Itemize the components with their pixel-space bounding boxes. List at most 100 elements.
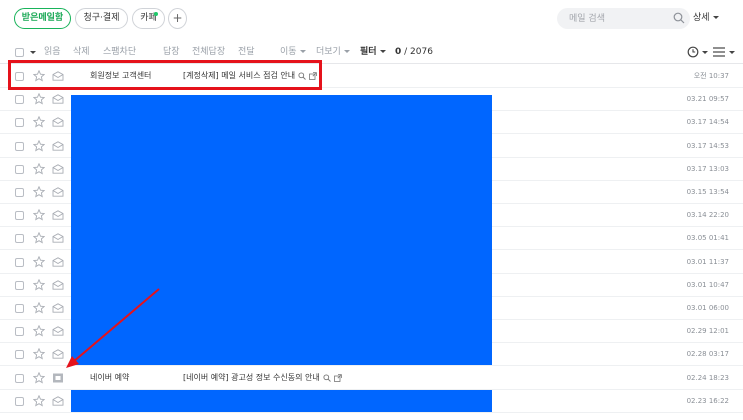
star-icon[interactable] (33, 394, 45, 407)
mail-date: 03.05 01:41 (686, 234, 729, 243)
mail-checkbox[interactable] (15, 373, 24, 383)
mail-date: 오전 10:37 (693, 72, 729, 80)
envelope-icon[interactable] (52, 140, 64, 151)
star-icon[interactable] (33, 186, 45, 198)
select-options-chevron-icon[interactable] (30, 51, 36, 54)
chevron-down-icon (343, 50, 350, 53)
star-icon[interactable] (33, 116, 45, 128)
envelope-icon[interactable] (52, 117, 64, 128)
mail-date: 02.24 18:23 (686, 373, 729, 382)
search-icon[interactable] (673, 12, 685, 24)
filter-label: 필터 (360, 47, 377, 57)
envelope-icon[interactable] (52, 94, 64, 104)
reply-button[interactable]: 답장 (163, 45, 180, 59)
mail-date: 02.28 03:17 (686, 350, 729, 359)
clock-icon[interactable] (687, 46, 699, 58)
redaction-block (71, 390, 492, 412)
mail-checkbox[interactable] (15, 141, 24, 151)
select-all-checkbox[interactable] (15, 48, 24, 57)
mail-search-input[interactable] (557, 8, 690, 29)
detail-search-button[interactable]: 상세 (693, 10, 719, 27)
mail-checkbox[interactable] (15, 188, 24, 197)
list-view-icon[interactable] (713, 47, 725, 57)
envelope-icon[interactable] (52, 303, 64, 313)
read-mail-icon[interactable] (52, 373, 64, 383)
star-icon[interactable] (33, 325, 45, 337)
add-folder-button[interactable]: + (168, 8, 187, 29)
mail-checkbox[interactable] (15, 280, 24, 290)
mail-checkbox[interactable] (15, 95, 24, 105)
envelope-icon[interactable] (52, 164, 64, 174)
star-icon[interactable] (33, 162, 45, 175)
mail-row[interactable]: 네이버 예약 [네이버 예약] 광고성 정보 수신동의 안내 02.24 18:23 (0, 367, 743, 390)
mail-checkbox[interactable] (15, 350, 24, 360)
star-icon[interactable] (33, 255, 45, 268)
star-icon[interactable] (33, 209, 45, 221)
mail-date: 03.01 06:00 (686, 304, 729, 312)
detail-search-label: 상세 (693, 13, 710, 23)
more-button[interactable]: 더보기 (316, 45, 350, 59)
more-label: 더보기 (316, 47, 341, 57)
mail-checkbox[interactable] (15, 304, 24, 313)
envelope-icon[interactable] (52, 256, 64, 267)
envelope-icon[interactable] (52, 280, 64, 290)
mail-date: 03.17 14:53 (686, 141, 729, 150)
folder-tab-billing[interactable]: 청구·결제 (75, 8, 128, 29)
envelope-icon[interactable] (52, 396, 64, 406)
envelope-icon[interactable] (52, 326, 64, 336)
open-new-window-icon[interactable] (333, 373, 342, 382)
star-icon[interactable] (33, 278, 45, 291)
mark-read-button[interactable]: 읽음 (44, 45, 61, 59)
annotation-highlight-box (8, 60, 322, 90)
folder-tab-inbox[interactable]: 받은메일함 (14, 8, 71, 29)
chevron-down-icon (379, 50, 386, 53)
mail-date: 03.17 14:54 (686, 118, 729, 127)
star-icon[interactable] (33, 302, 45, 314)
mail-date: 03.14 22:20 (686, 211, 729, 220)
star-icon[interactable] (33, 348, 45, 360)
view-chevron-down-icon[interactable] (729, 51, 735, 54)
mail-date: 03.17 13:03 (686, 164, 729, 173)
folder-tab-cafe[interactable]: 카페 (132, 8, 165, 29)
forward-button[interactable]: 전달 (238, 45, 255, 59)
mail-date: 02.29 12:01 (686, 327, 729, 336)
envelope-icon[interactable] (52, 210, 64, 220)
top-bar: 받은메일함 청구·결제 카페 + 상세 (0, 0, 743, 38)
envelope-icon[interactable] (52, 233, 64, 244)
star-icon[interactable] (33, 371, 45, 384)
mail-date: 03.01 11:37 (686, 257, 729, 266)
chevron-down-icon (712, 16, 719, 19)
mail-subject-text[interactable]: [네이버 예약] 광고성 정보 수신동의 안내 (183, 373, 320, 382)
mail-date: 03.15 13:54 (686, 188, 729, 196)
selected-count: 0 (395, 47, 402, 57)
mail-checkbox[interactable] (15, 118, 24, 128)
mail-date: 02.23 16:22 (686, 396, 729, 405)
mail-checkbox[interactable] (15, 257, 24, 267)
mail-checkbox[interactable] (15, 164, 24, 174)
chevron-down-icon (299, 50, 306, 53)
envelope-icon[interactable] (52, 349, 64, 360)
mail-subject[interactable]: [네이버 예약] 광고성 정보 수신동의 안내 (183, 372, 342, 384)
filter-button[interactable]: 필터 (360, 45, 386, 59)
mail-date: 03.21 09:57 (686, 95, 729, 104)
sort-chevron-down-icon[interactable] (702, 51, 708, 54)
mail-checkbox[interactable] (15, 327, 24, 337)
move-label: 이동 (280, 47, 297, 57)
new-indicator-dot (154, 12, 158, 16)
delete-button[interactable]: 삭제 (73, 45, 90, 59)
preview-search-icon[interactable] (323, 374, 331, 382)
envelope-icon[interactable] (52, 187, 64, 197)
star-icon[interactable] (33, 232, 45, 244)
mail-sender[interactable]: 네이버 예약 (90, 372, 129, 384)
reply-all-button[interactable]: 전체답장 (192, 45, 225, 59)
move-button[interactable]: 이동 (280, 45, 306, 59)
star-icon[interactable] (33, 139, 45, 152)
mail-checkbox[interactable] (15, 396, 24, 406)
selection-count: 0 / 2076 (395, 45, 433, 59)
total-count: / 2076 (404, 47, 433, 57)
mail-checkbox[interactable] (15, 211, 24, 221)
mail-date: 03.01 10:47 (686, 280, 729, 289)
mail-checkbox[interactable] (15, 234, 24, 244)
block-spam-button[interactable]: 스팸차단 (103, 45, 136, 59)
star-icon[interactable] (33, 93, 45, 105)
